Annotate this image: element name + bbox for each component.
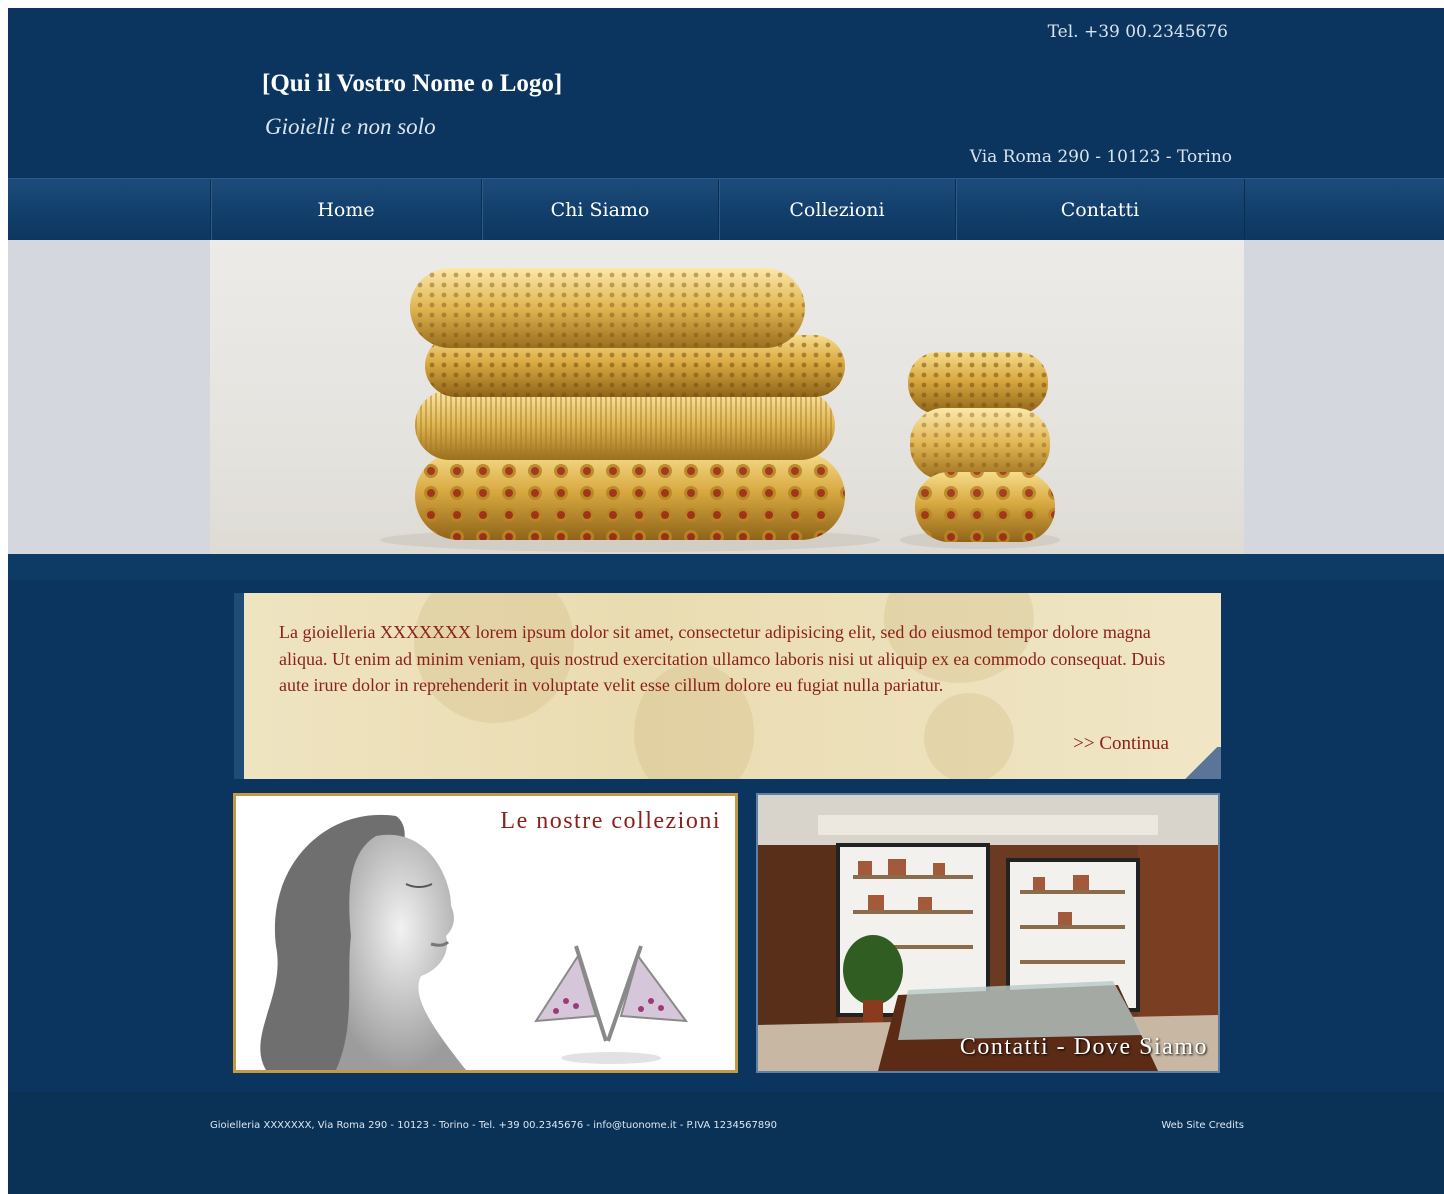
site-logo[interactable]: [Qui il Vostro Nome o Logo] bbox=[262, 70, 562, 98]
header-phone: Tel. +39 00.2345676 bbox=[1047, 22, 1228, 42]
separator-strip bbox=[8, 554, 1444, 580]
footer-info: Gioielleria XXXXXXX, Via Roma 290 - 1012… bbox=[210, 1120, 777, 1131]
page: Tel. +39 00.2345676 [Qui il Vostro Nome … bbox=[8, 8, 1444, 1194]
nav-item-contatti[interactable]: Contatti bbox=[956, 179, 1245, 241]
intro-text: La gioielleria XXXXXXX lorem ipsum dolor… bbox=[279, 622, 1166, 695]
gold-bangles-illustration bbox=[380, 268, 1060, 552]
woman-portrait-illustration bbox=[236, 796, 735, 1070]
continue-link[interactable]: >> Continua bbox=[1073, 733, 1169, 755]
web-site-credits-link[interactable]: Web Site Credits bbox=[1161, 1120, 1244, 1131]
site-tagline: Gioielli e non solo bbox=[265, 114, 436, 139]
collections-title: Le nostre collezioni bbox=[500, 808, 721, 834]
header-address: Via Roma 290 - 10123 - Torino bbox=[969, 147, 1232, 167]
contacts-title: Contatti - Dove Siamo bbox=[959, 1034, 1208, 1060]
banner-band bbox=[8, 240, 1444, 554]
nav-item-home[interactable]: Home bbox=[211, 179, 482, 241]
main-nav: Home Chi Siamo Collezioni Contatti bbox=[8, 178, 1444, 241]
header: Tel. +39 00.2345676 [Qui il Vostro Nome … bbox=[8, 8, 1444, 178]
store-interior-illustration bbox=[758, 795, 1218, 1071]
nav-item-chi-siamo[interactable]: Chi Siamo bbox=[482, 179, 719, 241]
contacts-tile[interactable]: Contatti - Dove Siamo bbox=[756, 793, 1220, 1073]
footer: Gioielleria XXXXXXX, Via Roma 290 - 1012… bbox=[8, 1092, 1444, 1194]
decor-circle bbox=[924, 693, 1014, 779]
collections-tile[interactable]: Le nostre collezioni bbox=[233, 793, 738, 1073]
nav-item-collezioni[interactable]: Collezioni bbox=[719, 179, 956, 241]
page-curl-corner bbox=[1181, 747, 1221, 779]
intro-box: La gioielleria XXXXXXX lorem ipsum dolor… bbox=[234, 593, 1221, 779]
banner-image bbox=[210, 240, 1244, 554]
